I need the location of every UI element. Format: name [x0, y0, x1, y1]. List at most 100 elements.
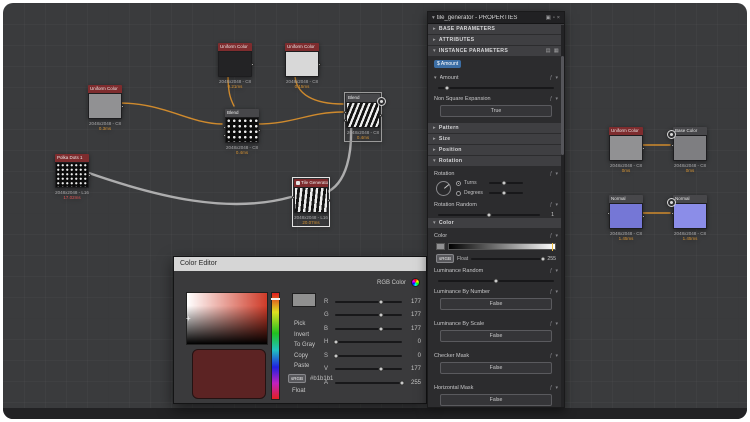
output-pin[interactable] [251, 63, 254, 66]
param-menu-icon[interactable]: ▾ [555, 321, 558, 327]
function-icon[interactable]: ƒ [550, 171, 553, 177]
wire[interactable] [86, 172, 291, 204]
srgb-toggle[interactable]: sRGB [436, 254, 454, 263]
function-icon[interactable]: ƒ [550, 202, 553, 208]
section-instance-parameters[interactable]: ▾ INSTANCE PARAMETERS ▤ ▦ [428, 46, 564, 56]
rotation-dial[interactable] [436, 181, 451, 196]
node-thumbnail[interactable] [88, 93, 122, 119]
float-toggle[interactable]: Float [292, 388, 305, 394]
output-ring-icon[interactable] [667, 130, 676, 139]
function-icon[interactable]: ƒ [550, 75, 553, 81]
channel-value[interactable]: 255 [406, 380, 421, 386]
non-square-expansion-toggle[interactable]: True [440, 105, 552, 117]
node-tile-generator[interactable]: Tile Generator 2048x2048 - L16 20.07ms [294, 179, 328, 225]
output-ring-icon[interactable] [377, 97, 386, 106]
channel-value[interactable]: 177 [406, 366, 421, 372]
saturation-value-picker[interactable]: + [186, 292, 268, 345]
close-icon[interactable]: × [557, 15, 560, 21]
section-base-parameters[interactable]: ▸ BASE PARAMETERS [428, 24, 564, 34]
node-output-basecolor[interactable]: Base Color 2048x2048 - C8 0ms [673, 127, 707, 173]
output-pin[interactable] [88, 174, 91, 177]
function-icon[interactable]: ƒ [550, 353, 553, 359]
input-pin[interactable] [671, 144, 674, 147]
section-attributes[interactable]: ▸ ATTRIBUTES [428, 35, 564, 45]
exposed-param-badge[interactable]: $ Amount [434, 60, 461, 68]
node-uniform-color-1[interactable]: Uniform Color 2048x2048 - C8 0.3ms [88, 85, 122, 131]
function-icon[interactable]: ƒ [550, 289, 553, 295]
param-menu-icon[interactable]: ▾ [555, 202, 558, 208]
param-menu-icon[interactable]: ▾ [555, 385, 558, 391]
channel-row-v[interactable]: V 177 [324, 363, 421, 377]
node-blend-2[interactable]: Blend 2048x2048 - C8 0.4ms [346, 94, 380, 140]
output-pin[interactable] [327, 199, 330, 202]
checker-mask-toggle[interactable]: False [440, 362, 552, 374]
output-pin[interactable] [258, 129, 261, 132]
wire[interactable] [119, 103, 222, 124]
param-menu-icon[interactable]: ▾ [555, 268, 558, 274]
copy-button[interactable]: Copy [294, 353, 315, 359]
radio-icon[interactable] [456, 181, 461, 186]
dock-icon[interactable]: ▫ [553, 15, 555, 21]
section-size[interactable]: ▸ Size [428, 134, 564, 144]
srgb-toggle[interactable]: sRGB [288, 374, 306, 383]
output-pin[interactable] [642, 215, 645, 218]
color-wheel-icon[interactable] [411, 278, 420, 287]
input-pin[interactable] [223, 134, 226, 137]
hue-slider[interactable] [271, 292, 280, 400]
section-position[interactable]: ▸ Position [428, 145, 564, 155]
to-gray-button[interactable]: To Gray [294, 342, 315, 348]
channel-value[interactable]: 177 [406, 326, 421, 332]
function-icon[interactable]: ƒ [550, 268, 553, 274]
output-pin[interactable] [642, 147, 645, 150]
channel-row-s[interactable]: S 0 [324, 349, 421, 363]
wire[interactable] [256, 112, 343, 124]
turns-option[interactable]: Turns [456, 180, 556, 186]
input-pin[interactable] [607, 212, 610, 215]
param-menu-icon[interactable]: ▾ [555, 75, 558, 81]
chevron-down-icon[interactable]: ▾ [434, 75, 437, 81]
output-pin[interactable] [318, 63, 321, 66]
node-thumbnail[interactable] [55, 162, 89, 188]
section-pattern[interactable]: ▸ Pattern [428, 123, 564, 133]
input-pin[interactable] [671, 212, 674, 215]
channel-row-r[interactable]: R 177 [324, 295, 421, 309]
panel-scrollbar[interactable] [561, 25, 564, 407]
amount-slider[interactable] [428, 85, 564, 91]
grid-view-icon[interactable]: ▤ [546, 48, 551, 54]
node-blend-1[interactable]: Blend 2048x2048 - C8 0.4ms [225, 109, 259, 155]
node-thumbnail[interactable] [609, 135, 643, 161]
channel-row-h[interactable]: H 0 [324, 336, 421, 350]
input-pin[interactable] [344, 111, 347, 114]
table-view-icon[interactable]: ▦ [554, 48, 559, 54]
node-normal-1[interactable]: Normal 2048x2048 - C8 1.45ms [609, 195, 643, 241]
node-thumbnail[interactable] [285, 51, 319, 77]
luminance-by-number-toggle[interactable]: False [440, 298, 552, 310]
output-pin[interactable] [121, 105, 124, 108]
function-icon[interactable]: ƒ [550, 321, 553, 327]
degrees-option[interactable]: Degrees [456, 190, 556, 196]
horizontal-mask-toggle[interactable]: False [440, 394, 552, 406]
node-uniform-color-3[interactable]: Uniform Color 2048x2048 - C8 0.15ms [285, 43, 319, 89]
section-color[interactable]: ▾ Color [428, 218, 564, 228]
node-thumbnail[interactable] [294, 187, 328, 213]
node-thumbnail[interactable] [609, 203, 643, 229]
channel-value[interactable]: 0 [406, 339, 421, 345]
luminance-by-scale-toggle[interactable]: False [440, 330, 552, 342]
color-editor-titlebar[interactable]: Color Editor [174, 257, 426, 271]
node-thumbnail[interactable] [673, 203, 707, 229]
input-pin[interactable] [344, 119, 347, 122]
function-icon[interactable]: ƒ [550, 96, 553, 102]
pin-icon[interactable]: ▣ [546, 15, 551, 21]
channel-value[interactable]: 0 [406, 353, 421, 359]
output-ring-icon[interactable] [667, 198, 676, 207]
node-thumbnail[interactable] [218, 51, 252, 77]
param-menu-icon[interactable]: ▾ [555, 171, 558, 177]
node-output-normal[interactable]: Normal 2048x2048 - C8 1.45ms [673, 195, 707, 241]
param-menu-icon[interactable]: ▾ [555, 96, 558, 102]
scrollbar-thumb[interactable] [561, 56, 564, 155]
channel-value[interactable]: 177 [406, 299, 421, 305]
param-menu-icon[interactable]: ▾ [555, 353, 558, 359]
node-thumbnail[interactable] [225, 117, 259, 143]
function-icon[interactable]: ƒ [550, 385, 553, 391]
luminance-random-slider[interactable] [428, 278, 564, 284]
